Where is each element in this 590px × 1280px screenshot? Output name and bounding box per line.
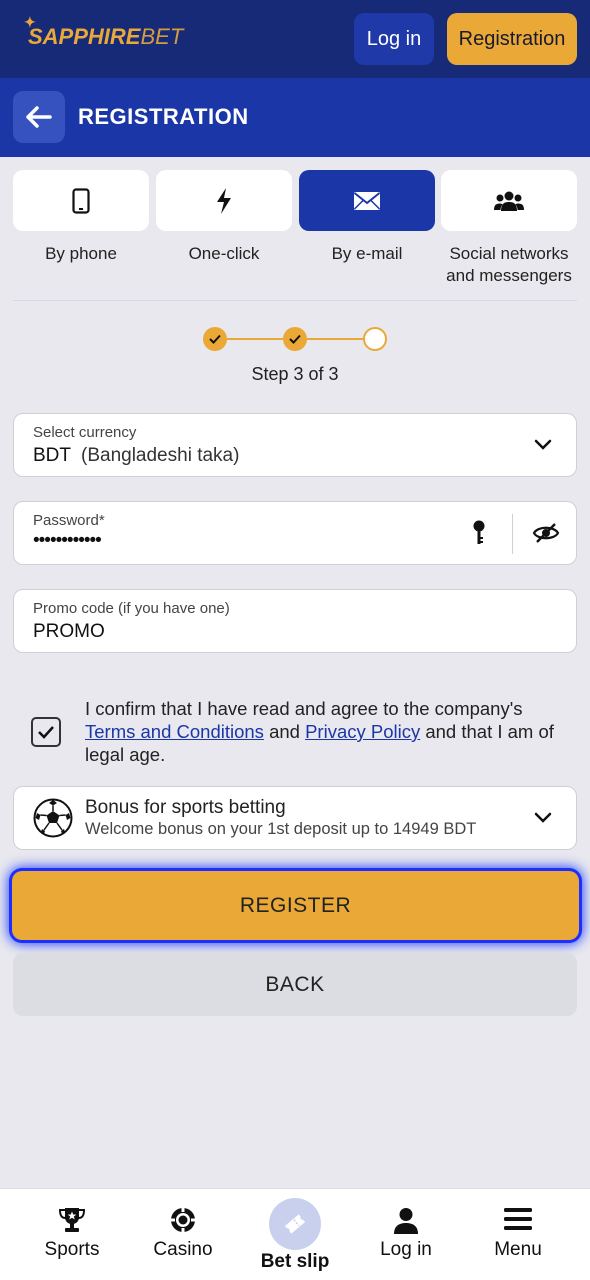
- method-label: By phone: [45, 244, 117, 263]
- step-connector: [307, 338, 363, 340]
- bet-slip-circle[interactable]: [269, 1198, 321, 1250]
- step-2-complete: [283, 327, 307, 351]
- step-connector: [227, 338, 283, 340]
- currency-value: BDT (Bangladeshi taka): [33, 445, 239, 467]
- chevron-down-icon: [534, 812, 552, 823]
- nav-casino[interactable]: Casino: [128, 1189, 238, 1280]
- casino-chip-icon: [171, 1208, 195, 1232]
- lightning-icon: [217, 187, 231, 214]
- terms-link[interactable]: Terms and Conditions: [85, 721, 264, 742]
- check-icon: [38, 726, 54, 739]
- people-icon: [494, 191, 524, 211]
- nav-label: Bet slip: [260, 1251, 330, 1272]
- method-by-phone-tile[interactable]: [13, 170, 149, 231]
- soccer-ball-icon: [33, 798, 73, 838]
- consent-text: I confirm that I have read and agree to …: [85, 697, 571, 766]
- nav-log-in[interactable]: Log in: [351, 1189, 461, 1280]
- method-label: By e-mail: [331, 244, 403, 263]
- bonus-subtitle: Welcome bonus on your 1st deposit up to …: [85, 820, 477, 838]
- trophy-icon: [58, 1208, 86, 1232]
- nav-label: Menu: [494, 1239, 542, 1260]
- key-icon[interactable]: [472, 520, 486, 546]
- method-label: One-click: [188, 244, 260, 263]
- step-progress: [203, 327, 387, 351]
- registration-methods: By phone One-click By e-mail Social netw…: [13, 170, 577, 290]
- check-icon: [209, 334, 221, 344]
- step-1-complete: [203, 327, 227, 351]
- consent-and: and: [269, 721, 300, 742]
- promo-code-field[interactable]: Promo code (if you have one) PROMO: [13, 589, 577, 653]
- promo-value[interactable]: PROMO: [33, 621, 105, 643]
- check-icon: [289, 334, 301, 344]
- currency-code: BDT: [33, 445, 71, 466]
- method-by-phone[interactable]: By phone: [13, 170, 149, 265]
- eye-slash-icon[interactable]: [532, 522, 560, 544]
- logo-text-main: SAPPHIRE: [28, 24, 141, 49]
- title-bar: REGISTRATION: [0, 78, 590, 157]
- bonus-select[interactable]: Bonus for sports betting Welcome bonus o…: [13, 786, 577, 850]
- bonus-title: Bonus for sports betting: [85, 797, 286, 818]
- phone-icon: [72, 187, 90, 214]
- sapphirebet-logo[interactable]: ✦ SAPPHIREBET: [24, 14, 184, 50]
- logo-text-bet: BET: [140, 24, 184, 49]
- nav-menu[interactable]: Menu: [463, 1189, 573, 1280]
- step-3-current: [363, 327, 387, 351]
- nav-label: Casino: [153, 1239, 213, 1260]
- nav-label: Sports: [44, 1239, 100, 1260]
- password-label: Password*: [33, 512, 105, 529]
- currency-label: Select currency: [33, 424, 137, 441]
- header-login-button[interactable]: Log in: [354, 13, 434, 65]
- currency-name: (Bangladeshi taka): [81, 445, 240, 466]
- envelope-icon: [353, 191, 381, 210]
- method-by-email[interactable]: By e-mail: [299, 170, 435, 265]
- chevron-down-icon: [534, 439, 552, 450]
- nav-label: Log in: [380, 1239, 432, 1260]
- method-social[interactable]: Social networks and messengers: [441, 170, 577, 287]
- password-value[interactable]: ••••••••••••: [33, 530, 102, 552]
- divider: [13, 300, 577, 301]
- method-social-tile[interactable]: [441, 170, 577, 231]
- top-bar: ✦ SAPPHIREBET Log in Registration: [0, 0, 590, 78]
- password-field[interactable]: Password* ••••••••••••: [13, 501, 577, 565]
- ticket-icon: [284, 1214, 306, 1234]
- user-icon: [394, 1208, 418, 1234]
- page-title: REGISTRATION: [78, 104, 249, 129]
- promo-label: Promo code (if you have one): [33, 600, 230, 617]
- arrow-left-icon: [26, 106, 52, 128]
- privacy-link[interactable]: Privacy Policy: [305, 721, 420, 742]
- nav-bet-slip[interactable]: Bet slip: [240, 1189, 350, 1280]
- header-registration-button[interactable]: Registration: [447, 13, 577, 65]
- method-one-click-tile[interactable]: [156, 170, 292, 231]
- method-one-click[interactable]: One-click: [156, 170, 292, 265]
- hamburger-icon: [504, 1208, 532, 1230]
- consent-text-start: I confirm that I have read and agree to …: [85, 698, 523, 719]
- consent-checkbox[interactable]: [31, 717, 61, 747]
- sparkle-icon: ✦: [24, 14, 36, 30]
- currency-select[interactable]: Select currency BDT (Bangladeshi taka): [13, 413, 577, 477]
- separator: [512, 514, 513, 554]
- method-by-email-tile[interactable]: [299, 170, 435, 231]
- nav-sports[interactable]: Sports: [17, 1189, 127, 1280]
- register-button[interactable]: REGISTER: [12, 871, 579, 940]
- step-indicator-text: Step 3 of 3: [251, 364, 339, 384]
- bottom-navigation: Sports Casino Bet slip Log in Menu: [0, 1188, 590, 1280]
- back-arrow-button[interactable]: [13, 91, 65, 143]
- method-label: Social networks and messengers: [446, 244, 572, 285]
- back-button[interactable]: BACK: [13, 953, 577, 1016]
